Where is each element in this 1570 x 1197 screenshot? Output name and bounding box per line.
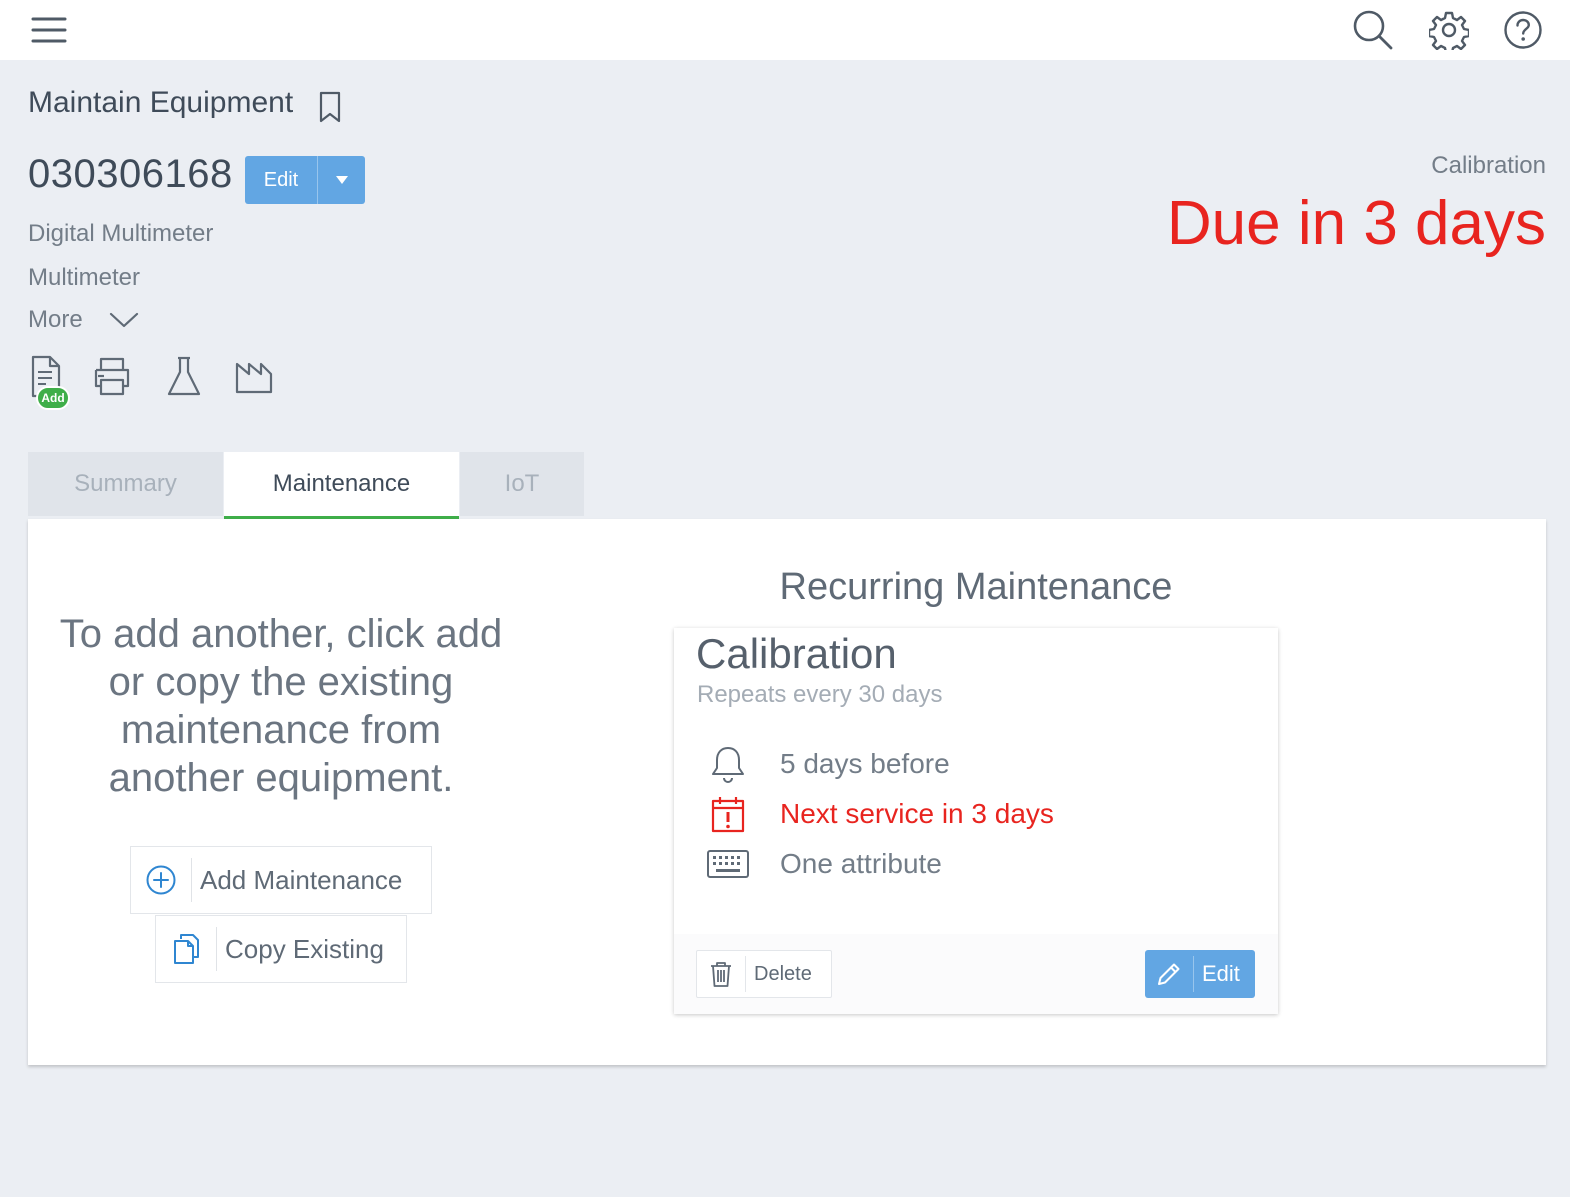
equipment-description: Digital Multimeter — [28, 220, 214, 247]
calendar-alert-icon — [700, 792, 756, 836]
equipment-id: 030306168 — [28, 152, 233, 196]
help-icon[interactable] — [1500, 8, 1546, 52]
copy-icon — [156, 916, 216, 982]
flask-icon — [167, 356, 201, 396]
tab-iot[interactable]: IoT — [460, 452, 584, 516]
attribute-row: One attribute — [700, 842, 942, 886]
tab-summary[interactable]: Summary — [28, 452, 223, 516]
recurring-maintenance-title: Recurring Maintenance — [779, 566, 1173, 608]
copy-existing-button[interactable]: Copy Existing — [155, 915, 407, 983]
status-label: Calibration — [1431, 152, 1546, 179]
more-toggle[interactable]: More — [28, 306, 139, 334]
edit-split-button: Edit — [245, 156, 365, 204]
copy-existing-label: Copy Existing — [225, 933, 384, 964]
plus-circle-icon — [131, 847, 191, 913]
equipment-type: Multimeter — [28, 264, 141, 291]
page-title: Maintain Equipment — [28, 86, 294, 119]
more-label: More — [28, 306, 83, 333]
search-icon[interactable] — [1350, 8, 1396, 52]
card-title: Calibration — [696, 630, 897, 677]
add-maintenance-label: Add Maintenance — [200, 864, 403, 895]
bookmark-icon[interactable] — [316, 90, 344, 124]
card-repeat-info: Repeats every 30 days — [697, 681, 943, 708]
chevron-down-icon — [109, 312, 138, 328]
trash-icon — [697, 960, 745, 988]
top-bar — [0, 0, 1570, 60]
pencil-icon — [1145, 960, 1193, 988]
print-button[interactable] — [88, 354, 136, 412]
tab-maintenance[interactable]: Maintenance — [224, 452, 459, 519]
delete-button[interactable]: Delete — [696, 950, 832, 998]
gear-icon[interactable] — [1426, 8, 1472, 52]
attribute-text: One attribute — [780, 848, 942, 879]
factory-icon — [235, 362, 273, 394]
printer-icon — [94, 357, 130, 396]
delete-label: Delete — [754, 962, 812, 985]
next-service-row: Next service in 3 days — [700, 792, 1054, 836]
add-maintenance-button[interactable]: Add Maintenance — [130, 846, 432, 914]
facility-button[interactable] — [230, 354, 278, 412]
next-service-text: Next service in 3 days — [780, 798, 1054, 829]
edit-button[interactable]: Edit — [245, 156, 317, 204]
add-badge: Add — [36, 386, 70, 410]
caret-down-icon — [335, 176, 348, 184]
due-status: Due in 3 days — [1166, 189, 1546, 258]
empty-hint: To add another, click add or copy the ex… — [59, 612, 503, 800]
edit-dropdown-toggle[interactable] — [318, 156, 365, 204]
card-edit-label: Edit — [1202, 961, 1240, 986]
reminder-text: 5 days before — [780, 748, 950, 779]
bell-icon — [700, 742, 756, 786]
reminder-row: 5 days before — [700, 742, 950, 786]
hamburger-menu-icon[interactable] — [28, 12, 70, 48]
card-edit-button[interactable]: Edit — [1145, 950, 1255, 998]
keyboard-icon — [700, 842, 756, 886]
lab-button[interactable] — [160, 354, 208, 412]
